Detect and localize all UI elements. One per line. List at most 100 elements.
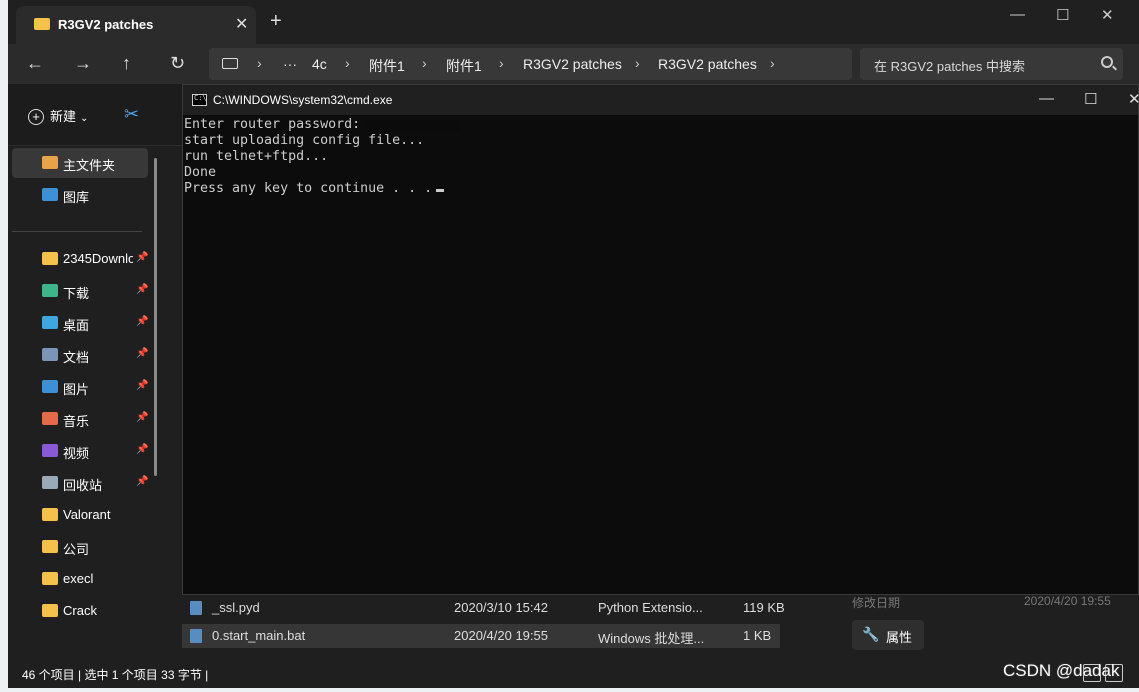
navigation-pane: 主文件夹图库2345Downloads📌下载📌桌面📌文档📌图片📌音乐📌视频📌回收… — [8, 146, 158, 660]
sidebar-item[interactable]: 图片 📌 — [12, 372, 148, 402]
console-icon — [192, 94, 207, 106]
chevron-right-icon: › — [422, 55, 427, 71]
video-icon — [42, 444, 58, 457]
details-date: 2020/4/20 19:55 — [1024, 594, 1111, 608]
console-line: start uploading config file... — [184, 133, 425, 148]
sidebar-item-label: 2345Downloads — [63, 251, 133, 266]
pin-icon[interactable]: 📌 — [136, 444, 148, 455]
sidebar-item-label: Crack — [63, 603, 97, 618]
chevron-right-icon: › — [499, 55, 504, 71]
pin-icon[interactable]: 📌 — [136, 348, 148, 359]
new-button[interactable]: + 新建 ⌄ — [28, 106, 88, 125]
plus-icon: + — [28, 109, 44, 125]
sidebar-item-label: 主文件夹 — [63, 158, 116, 173]
wrench-icon: 🔧 — [862, 626, 880, 642]
new-label: 新建 — [50, 109, 77, 124]
folder-icon — [42, 604, 58, 617]
sidebar-item[interactable]: Crack — [12, 596, 148, 626]
tab-title: R3GV2 patches — [58, 17, 154, 32]
cmd-window: C:\WINDOWS\system32\cmd.exe — ☐ ✕ Enter … — [182, 84, 1139, 595]
breadcrumb-item[interactable]: 4c — [312, 56, 327, 72]
sidebar-item[interactable]: 音乐 📌 — [12, 404, 148, 434]
maximize-icon[interactable]: ☐ — [1056, 6, 1069, 24]
file-type: Windows 批处理... — [598, 631, 705, 646]
sidebar-item[interactable]: 图库 — [12, 180, 148, 210]
sidebar-item[interactable]: 主文件夹 — [12, 148, 148, 178]
up-arrow-icon[interactable]: ↑ — [122, 53, 131, 74]
minimize-icon[interactable]: — — [1039, 90, 1054, 107]
file-size: 1 KB — [743, 628, 772, 643]
file-row[interactable]: 0.start_main.bat 2020/4/20 19:55 Windows 批… — [182, 624, 780, 648]
refresh-icon[interactable]: ↻ — [170, 53, 185, 74]
chevron-right-icon: › — [257, 55, 262, 71]
sidebar-item-label: 图片 — [63, 382, 90, 397]
tab-bar: R3GV2 patches ✕ + — ☐ ✕ — [8, 0, 1139, 44]
maximize-icon[interactable]: ☐ — [1084, 90, 1097, 108]
breadcrumb-item[interactable]: 附件1 — [446, 56, 482, 76]
cmd-title-bar[interactable]: C:\WINDOWS\system32\cmd.exe — ☐ ✕ — [183, 85, 1139, 115]
forward-arrow-icon[interactable]: → — [74, 53, 92, 74]
download-icon — [42, 284, 58, 297]
scissors-icon[interactable]: ✂ — [124, 104, 139, 125]
sidebar-item-label: execl — [63, 571, 94, 586]
properties-label: 属性 — [886, 630, 913, 645]
file-icon — [190, 629, 202, 643]
file-row[interactable]: _ssl.pyd 2020/3/10 15:42 Python Extensio..… — [182, 596, 785, 620]
document-icon — [42, 348, 58, 361]
file-name: _ssl.pyd — [212, 600, 260, 615]
details-pane: 修改日期 2020/4/20 19:55 🔧 属性 — [830, 594, 1130, 660]
sidebar-divider — [12, 231, 142, 232]
pin-icon[interactable]: 📌 — [136, 252, 148, 263]
cmd-title: C:\WINDOWS\system32\cmd.exe — [213, 93, 393, 107]
pin-icon[interactable]: 📌 — [136, 316, 148, 327]
breadcrumb-item[interactable]: 附件1 — [369, 56, 405, 76]
sidebar-item-label: 下载 — [63, 286, 90, 301]
breadcrumb-more[interactable]: ··· — [283, 56, 297, 72]
watermark: CSDN @dadak — [1003, 661, 1120, 680]
file-list: _ssl.pyd 2020/3/10 15:42 Python Extensio..… — [182, 594, 785, 664]
close-window-icon[interactable]: ✕ — [1101, 6, 1114, 24]
chevron-right-icon: › — [635, 55, 640, 71]
sidebar-item-label: 回收站 — [63, 478, 103, 493]
address-bar[interactable]: › ··· 4c › 附件1 › 附件1 › R3GV2 patches › R… — [209, 48, 852, 80]
chevron-right-icon: › — [345, 55, 350, 71]
tab-close-icon[interactable]: ✕ — [235, 14, 248, 34]
folder-icon — [42, 572, 58, 585]
search-box[interactable]: 在 R3GV2 patches 中搜索 — [860, 48, 1123, 80]
pin-icon[interactable]: 📌 — [136, 476, 148, 487]
breadcrumb-item[interactable]: R3GV2 patches — [523, 56, 622, 72]
sidebar-item[interactable]: execl — [12, 564, 148, 594]
sidebar-item[interactable]: 文档 📌 — [12, 340, 148, 370]
search-placeholder: 在 R3GV2 patches 中搜索 — [874, 59, 1025, 74]
breadcrumb-item[interactable]: R3GV2 patches — [658, 56, 757, 72]
sidebar-item-label: 桌面 — [63, 318, 90, 333]
file-date: 2020/4/20 19:55 — [454, 628, 548, 643]
explorer-tab[interactable]: R3GV2 patches ✕ — [16, 6, 256, 44]
pin-icon[interactable]: 📌 — [136, 380, 148, 391]
file-icon — [190, 601, 202, 615]
chevron-down-icon: ⌄ — [80, 113, 89, 124]
back-arrow-icon[interactable]: ← — [26, 53, 44, 74]
sidebar-item[interactable]: 桌面 📌 — [12, 308, 148, 338]
pin-icon[interactable]: 📌 — [136, 284, 148, 295]
sidebar-item[interactable]: 回收站 📌 — [12, 468, 148, 498]
folder-icon — [42, 252, 58, 265]
minimize-icon[interactable]: — — [1010, 6, 1025, 23]
new-tab-icon[interactable]: + — [270, 11, 282, 31]
pin-icon[interactable]: 📌 — [136, 412, 148, 423]
sidebar-item-label: 视频 — [63, 446, 90, 461]
close-window-icon[interactable]: ✕ — [1128, 90, 1139, 108]
folder-icon — [34, 18, 50, 30]
folder-icon — [42, 540, 58, 553]
sidebar-item-label: 音乐 — [63, 414, 90, 429]
properties-button[interactable]: 🔧 属性 — [852, 620, 924, 650]
sidebar-item[interactable]: 视频 📌 — [12, 436, 148, 466]
chevron-right-icon: › — [770, 55, 775, 71]
sidebar-item-label: 图库 — [63, 190, 90, 205]
console-line: run telnet+ftpd... — [184, 149, 329, 164]
sidebar-item[interactable]: 公司 — [12, 532, 148, 562]
sidebar-item[interactable]: Valorant — [12, 500, 148, 530]
sidebar-item[interactable]: 2345Downloads📌 — [12, 244, 148, 274]
sidebar-item[interactable]: 下载 📌 — [12, 276, 148, 306]
sidebar-scrollbar[interactable] — [154, 158, 157, 476]
